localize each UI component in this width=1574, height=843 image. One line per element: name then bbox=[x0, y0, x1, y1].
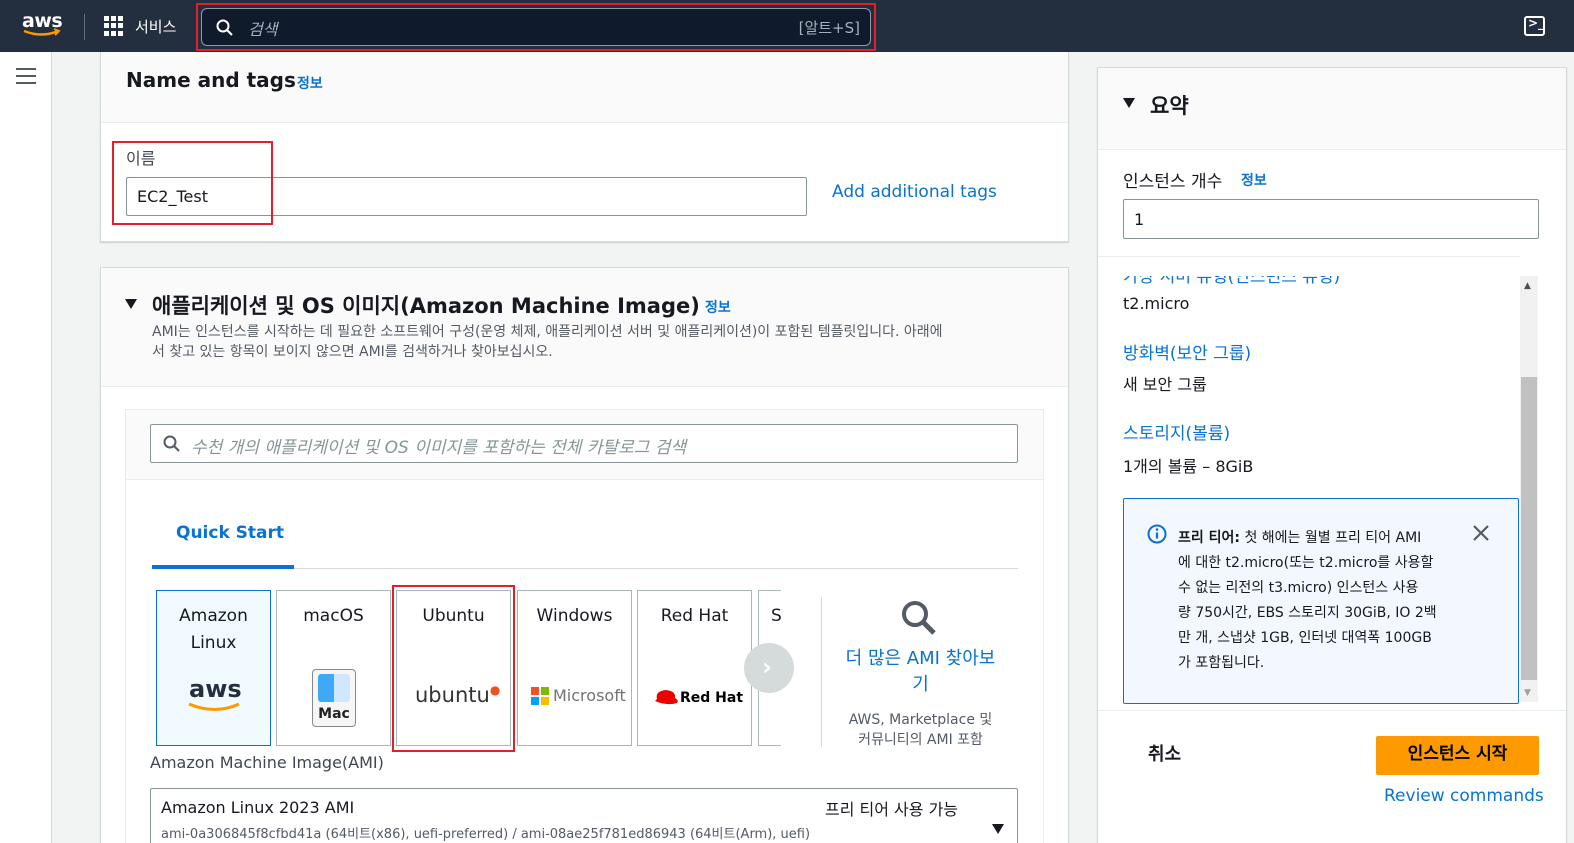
instance-count-label: 인스턴스 개수 bbox=[1123, 172, 1223, 192]
os-card-amazon-linux[interactable]: Amazon Linux aws bbox=[156, 590, 271, 746]
storage-value: 1개의 볼륨 – 8GiB bbox=[1123, 457, 1254, 476]
ami-label: Amazon Machine Image(AMI) bbox=[150, 753, 384, 772]
side-navigation bbox=[0, 52, 52, 843]
ami-title: 애플리케이션 및 OS 이미지(Amazon Machine Image) bbox=[152, 294, 700, 318]
aws-logo-icon: aws bbox=[189, 675, 242, 703]
os-card-windows[interactable]: Windows Microsoft bbox=[517, 590, 632, 746]
browse-more-ami-subtitle: AWS, Marketplace 및 커뮤니티의 AMI 포함 bbox=[848, 712, 993, 748]
summary-title: 요약 bbox=[1150, 94, 1189, 118]
aws-logo[interactable]: aws bbox=[22, 12, 63, 40]
tab-quick-start[interactable]: Quick Start bbox=[176, 523, 284, 543]
os-card-title: S bbox=[771, 606, 781, 626]
collapse-caret-icon[interactable] bbox=[124, 298, 138, 310]
browse-more-ami-link[interactable]: 더 많은 AMI 찾아보 기 bbox=[838, 646, 1003, 698]
menu-icon[interactable] bbox=[16, 68, 36, 84]
os-card-title: Amazon Linux bbox=[179, 606, 248, 653]
review-commands-link[interactable]: Review commands bbox=[1384, 786, 1544, 806]
name-highlight-box bbox=[112, 141, 273, 225]
launch-instance-button[interactable]: 인스턴스 시작 bbox=[1376, 736, 1539, 775]
info-icon bbox=[1147, 524, 1167, 544]
summary-footer-divider bbox=[1098, 710, 1566, 711]
microsoft-logo-text: Microsoft bbox=[553, 686, 626, 705]
microsoft-logo-icon bbox=[531, 687, 549, 705]
storage-link[interactable]: 스토리지(볼륨) bbox=[1123, 419, 1230, 444]
services-menu[interactable]: 서비스 bbox=[135, 16, 176, 37]
ami-info-link[interactable]: 정보 bbox=[705, 297, 731, 317]
name-info-link[interactable]: 정보 bbox=[297, 73, 323, 93]
ami-description-line1: AMI는 인스턴스를 시작하는 데 필요한 소프트웨어 구성(운영 체제, 애플… bbox=[152, 324, 943, 340]
chevron-down-icon bbox=[992, 824, 1004, 834]
tab-active-indicator bbox=[152, 565, 294, 569]
mac-finder-icon: Mac bbox=[312, 669, 356, 727]
ami-name: Amazon Linux 2023 AMI bbox=[161, 798, 355, 817]
cloudshell-icon[interactable]: >_ bbox=[1524, 16, 1545, 36]
os-card-red-hat[interactable]: Red Hat Red Hat bbox=[637, 590, 752, 746]
name-and-tags-title: Name and tags bbox=[126, 68, 296, 92]
ami-description-line2: 서 찾고 있는 항목이 보이지 않으면 AMI를 검색하거나 찾아보십시오. bbox=[152, 344, 553, 360]
close-icon[interactable] bbox=[1472, 524, 1490, 542]
scroll-up-arrow[interactable]: ▲ bbox=[1524, 281, 1531, 291]
firewall-link[interactable]: 방화벽(보안 그룹) bbox=[1123, 339, 1251, 364]
ami-search-placeholder: 수천 개의 애플리케이션 및 OS 이미지를 포함하는 전체 카탈로그 검색 bbox=[191, 438, 687, 458]
instance-count-input[interactable]: 1 bbox=[1123, 199, 1539, 239]
red-hat-logo-icon bbox=[655, 690, 678, 705]
cancel-button[interactable]: 취소 bbox=[1148, 740, 1181, 766]
os-card-title: Windows bbox=[536, 606, 613, 626]
ami-id: ami-0a306845f8cfbd41a (64비트(x86), uefi-p… bbox=[161, 827, 811, 842]
scroll-down-arrow[interactable]: ▼ bbox=[1524, 688, 1531, 698]
free-tier-badge: 프리 티어 사용 가능 bbox=[825, 800, 959, 819]
add-additional-tags-link[interactable]: Add additional tags bbox=[832, 182, 997, 202]
free-tier-text: 프리 티어: 첫 해에는 월별 프리 티어 AMI 에 대한 t2.micro(… bbox=[1178, 530, 1437, 671]
search-icon bbox=[902, 601, 936, 635]
search-icon bbox=[163, 435, 180, 452]
cards-separator bbox=[821, 597, 822, 747]
instance-type-value: t2.micro bbox=[1123, 294, 1190, 313]
ami-select[interactable]: Amazon Linux 2023 AMI 프리 티어 사용 가능 ami-0a… bbox=[150, 788, 1018, 843]
os-card-macos[interactable]: macOS Mac bbox=[276, 590, 391, 746]
ubuntu-highlight-box bbox=[392, 585, 515, 752]
instance-count-info-link[interactable]: 정보 bbox=[1241, 170, 1267, 190]
red-hat-logo-text: Red Hat bbox=[680, 690, 744, 706]
aws-smile-icon bbox=[188, 702, 240, 711]
next-page-button[interactable]: › bbox=[744, 643, 794, 693]
topbar-divider bbox=[84, 14, 85, 40]
summary-scroll-thumb[interactable] bbox=[1521, 377, 1537, 680]
summary-divider bbox=[1098, 256, 1520, 257]
os-card-title: macOS bbox=[303, 606, 364, 626]
instance-type-link[interactable]: 가상 서버 유형(인스턴스 유형) bbox=[1123, 276, 1340, 287]
services-grid-icon[interactable] bbox=[104, 16, 124, 36]
os-card-title: Red Hat bbox=[660, 606, 729, 626]
ami-search-input[interactable]: 수천 개의 애플리케이션 및 OS 이미지를 포함하는 전체 카탈로그 검색 bbox=[150, 424, 1018, 463]
search-highlight-box bbox=[196, 3, 876, 51]
collapse-caret-icon[interactable] bbox=[1122, 97, 1136, 109]
firewall-value: 새 보안 그룹 bbox=[1123, 375, 1207, 394]
